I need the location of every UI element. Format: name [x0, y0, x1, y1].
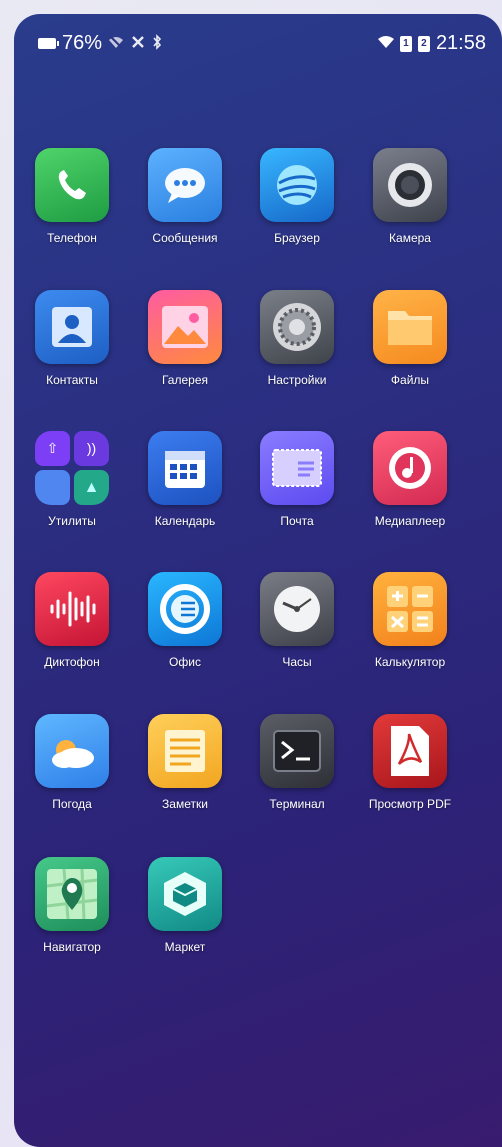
app-camera[interactable]: Камера	[354, 148, 466, 245]
home-screen: 76% 1 2 21:58 Телефон Сообщения Браузер Кам…	[14, 14, 502, 1147]
navigator-icon[interactable]	[35, 857, 109, 931]
battery-percent: 76%	[62, 32, 103, 54]
battery-icon	[38, 38, 59, 49]
clock-icon[interactable]	[260, 572, 334, 646]
app-label: Заметки	[162, 797, 208, 811]
no-signal-icon	[130, 34, 146, 53]
app-phone[interactable]: Телефон	[16, 148, 128, 245]
app-pdf-viewer[interactable]: Просмотр PDF	[354, 714, 466, 811]
wifi-off-icon	[108, 35, 124, 52]
phone-icon[interactable]	[35, 148, 109, 222]
app-label: Настройки	[267, 373, 327, 387]
app-contacts[interactable]: Контакты	[16, 290, 128, 387]
pdf-viewer-icon[interactable]	[373, 714, 447, 788]
messages-icon[interactable]	[148, 148, 222, 222]
wifi-icon	[377, 32, 394, 55]
notes-icon[interactable]	[148, 714, 222, 788]
calculator-icon[interactable]	[373, 572, 447, 646]
app-label: Просмотр PDF	[368, 797, 452, 811]
files-icon[interactable]	[373, 290, 447, 364]
media-player-icon[interactable]	[373, 431, 447, 505]
app-label: Сообщения	[152, 231, 218, 245]
app-market[interactable]: Маркет	[129, 857, 241, 954]
app-label: Камера	[389, 231, 431, 245]
app-label: Терминал	[269, 797, 325, 811]
app-calculator[interactable]: Калькулятор	[354, 572, 466, 669]
app-settings[interactable]: Настройки	[241, 290, 353, 387]
app-label: Телефон	[47, 231, 97, 245]
app-label: Файлы	[390, 373, 430, 387]
app-files[interactable]: Файлы	[354, 290, 466, 387]
app-label: Погода	[52, 797, 92, 811]
bluetooth-icon	[152, 34, 162, 53]
status-left: 76%	[38, 32, 162, 55]
app-office[interactable]: Офис	[129, 572, 241, 669]
clock-time: 21:58	[435, 32, 486, 54]
weather-icon[interactable]	[35, 714, 109, 788]
app-label: Календарь	[154, 514, 216, 528]
status-bar: 76% 1 2 21:58	[14, 14, 502, 74]
app-label: Утилиты	[48, 514, 96, 528]
app-gallery[interactable]: Галерея	[129, 290, 241, 387]
camera-icon[interactable]	[373, 148, 447, 222]
app-label: Навигатор	[43, 940, 101, 954]
app-label: Диктофон	[44, 655, 100, 669]
app-calendar[interactable]: Календарь	[129, 431, 241, 528]
status-right: 1 2 21:58	[377, 32, 486, 55]
app-label: Галерея	[161, 373, 209, 387]
app-utilities-folder[interactable]: ⇧)) ▲ Утилиты	[16, 431, 128, 528]
app-label: Маркет	[164, 940, 206, 954]
app-weather[interactable]: Погода	[16, 714, 128, 811]
market-icon[interactable]	[148, 857, 222, 931]
app-messages[interactable]: Сообщения	[129, 148, 241, 245]
calendar-icon[interactable]	[148, 431, 222, 505]
app-media-player[interactable]: Медиаплеер	[354, 431, 466, 528]
app-label: Калькулятор	[374, 655, 446, 669]
terminal-icon[interactable]	[260, 714, 334, 788]
browser-icon[interactable]	[260, 148, 334, 222]
app-terminal[interactable]: Терминал	[241, 714, 353, 811]
contacts-icon[interactable]	[35, 290, 109, 364]
utilities-folder-icon[interactable]: ⇧)) ▲	[35, 431, 109, 505]
voice-recorder-icon[interactable]	[35, 572, 109, 646]
mail-icon[interactable]	[260, 431, 334, 505]
settings-icon[interactable]	[260, 290, 334, 364]
sim-1-icon: 1	[399, 35, 412, 52]
app-browser[interactable]: Браузер	[241, 148, 353, 245]
office-icon[interactable]	[148, 572, 222, 646]
app-mail[interactable]: Почта	[241, 431, 353, 528]
gallery-icon[interactable]	[148, 290, 222, 364]
app-label: Офис	[169, 655, 201, 669]
app-label: Часы	[282, 655, 312, 669]
app-voice-recorder[interactable]: Диктофон	[16, 572, 128, 669]
app-navigator[interactable]: Навигатор	[16, 857, 128, 954]
app-label: Медиаплеер	[374, 514, 446, 528]
app-notes[interactable]: Заметки	[129, 714, 241, 811]
app-label: Контакты	[46, 373, 98, 387]
app-label: Браузер	[274, 231, 320, 245]
sim-2-icon: 2	[417, 35, 430, 52]
app-clock[interactable]: Часы	[241, 572, 353, 669]
app-label: Почта	[280, 514, 314, 528]
